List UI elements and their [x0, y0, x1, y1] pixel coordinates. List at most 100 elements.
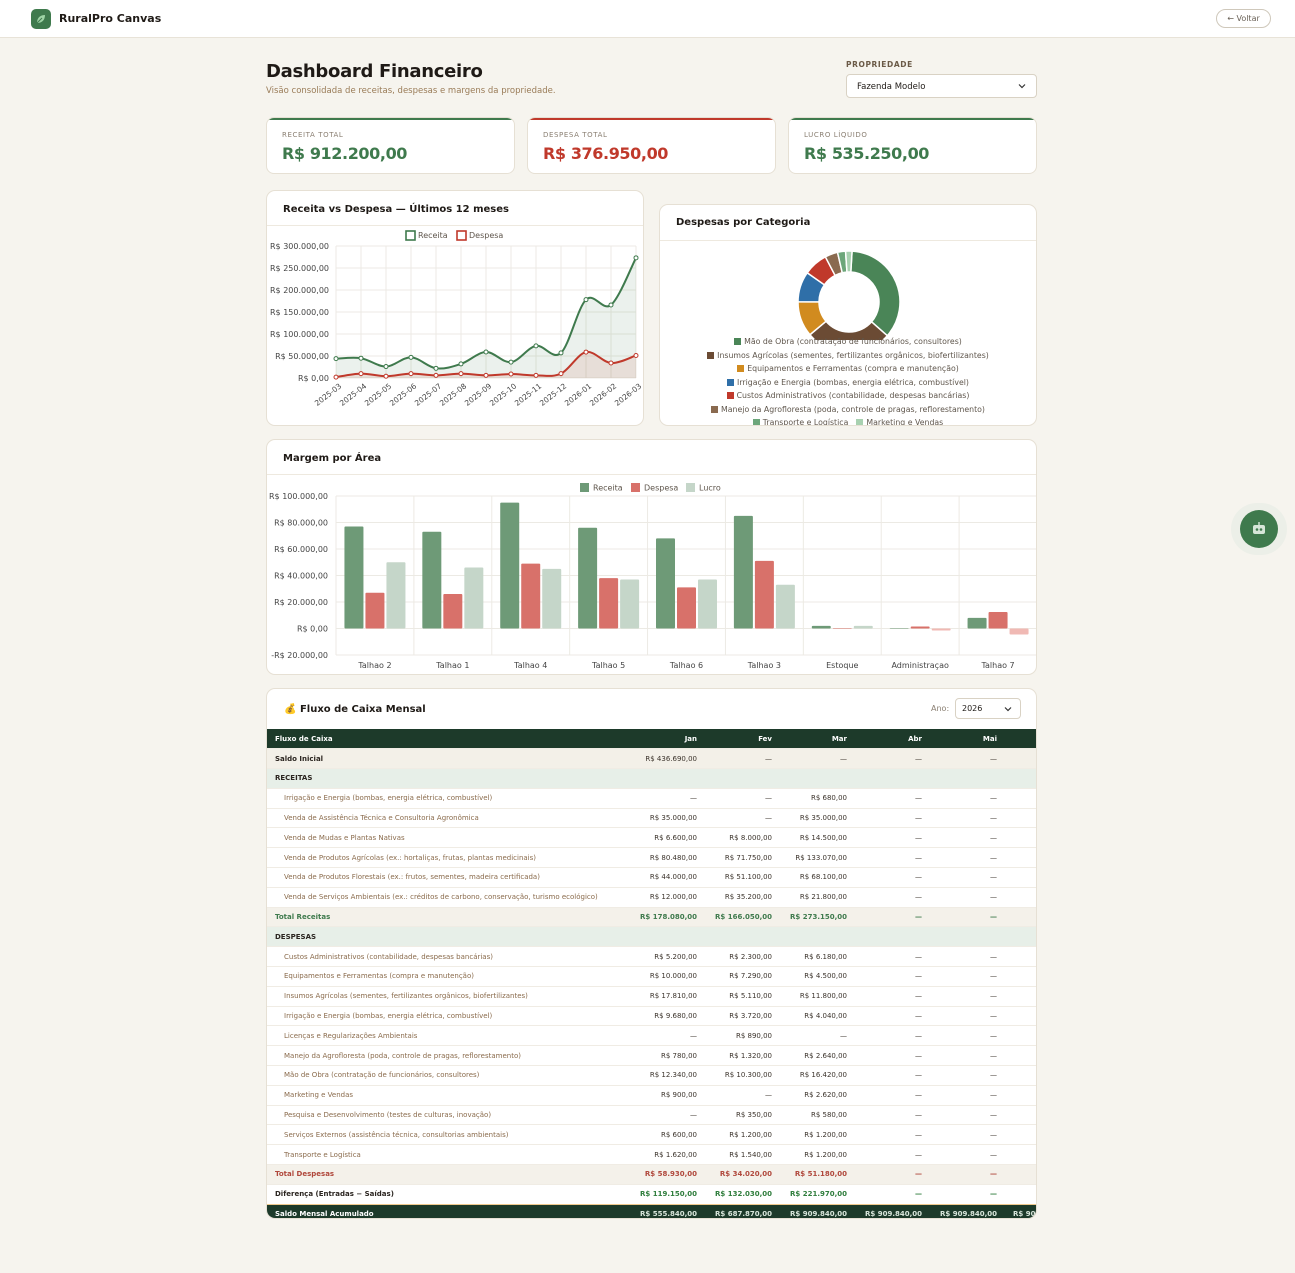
data-point[interactable] [508, 359, 514, 365]
pie-slice[interactable] [844, 250, 853, 273]
column-header: Mar [780, 729, 855, 750]
bar-receita[interactable] [733, 515, 753, 629]
table-cell-overflow [1005, 788, 1036, 809]
bar-despesa[interactable] [754, 560, 774, 629]
data-point[interactable] [408, 371, 414, 377]
data-point[interactable] [458, 371, 464, 377]
data-point[interactable] [358, 371, 364, 377]
data-point[interactable] [408, 354, 414, 360]
y-tick-label: R$ 0,00 [297, 625, 328, 634]
data-point[interactable] [558, 350, 564, 356]
table-cell: R$ 350,00 [705, 1105, 780, 1126]
bar-despesa[interactable] [988, 611, 1008, 629]
bar-receita[interactable] [578, 527, 598, 629]
back-button[interactable]: ← Voltar [1216, 9, 1271, 28]
row-label: Insumos Agrícolas (sementes, fertilizant… [267, 986, 630, 1007]
table-cell: — [855, 946, 930, 968]
table-cell: R$ 5.110,00 [705, 986, 780, 1007]
table-cell: R$ 1.620,00 [630, 1144, 705, 1166]
data-point[interactable] [633, 352, 639, 358]
table-row: Saldo Inicial R$ 436.690,00— — — — [267, 748, 1036, 770]
data-point[interactable] [583, 297, 589, 303]
row-label: Manejo da Agrofloresta (poda, controle d… [267, 1045, 630, 1067]
bar-lucro[interactable] [542, 568, 562, 629]
table-cell: R$ 12.000,00 [630, 887, 705, 908]
bar-lucro[interactable] [853, 625, 873, 629]
bar-lucro[interactable] [775, 584, 795, 629]
legend-swatch [456, 230, 467, 241]
bar-receita[interactable] [889, 628, 909, 630]
bar-lucro[interactable] [464, 567, 484, 629]
bar-lucro[interactable] [1009, 628, 1029, 635]
data-point[interactable] [533, 372, 539, 378]
table-cell: — [930, 1065, 1005, 1086]
table-cell: — [855, 1085, 930, 1106]
bar-lucro[interactable] [620, 579, 640, 629]
row-label: Equipamentos e Ferramentas (compra e man… [267, 966, 630, 987]
table-cell: — [930, 808, 1005, 829]
data-point[interactable] [458, 361, 464, 367]
year-select[interactable]: 2026 [955, 698, 1021, 719]
table-cell: R$ 580,00 [780, 1105, 855, 1126]
bar-despesa[interactable] [443, 594, 463, 629]
table-cell: R$ 2.300,00 [705, 946, 780, 968]
table-cell-overflow [1005, 986, 1036, 1007]
data-point[interactable] [483, 372, 489, 378]
table-cell-overflow [1005, 1124, 1036, 1146]
legend-label: Receita [593, 484, 623, 493]
x-tick-label: 2025-08 [438, 381, 468, 408]
table-cell: R$ 119.150,00 [630, 1183, 705, 1205]
table-cell: — [705, 788, 780, 809]
data-point[interactable] [633, 255, 639, 261]
table-cell: R$ 3.720,00 [705, 1006, 780, 1027]
bar-receita[interactable] [422, 531, 442, 629]
bar-lucro[interactable] [386, 562, 406, 629]
kpi-accent-bar [528, 118, 775, 120]
data-point[interactable] [583, 349, 589, 355]
data-point[interactable] [483, 349, 489, 355]
kpi-value: R$ 535.250,00 [804, 144, 930, 163]
data-point[interactable] [358, 355, 364, 361]
data-point[interactable] [333, 356, 339, 362]
data-point[interactable] [383, 364, 389, 370]
data-point[interactable] [533, 343, 539, 349]
bar-despesa[interactable] [599, 578, 619, 629]
data-point[interactable] [558, 371, 564, 377]
bar-lucro[interactable] [698, 579, 717, 629]
bar-receita[interactable] [811, 625, 831, 629]
data-point[interactable] [383, 373, 389, 379]
table-cell: R$ 2.620,00 [780, 1085, 855, 1106]
table-row: RECEITAS [267, 768, 1036, 789]
year-label: Ano: [931, 704, 950, 713]
bar-despesa[interactable] [832, 628, 852, 630]
table-cell: — [855, 966, 930, 987]
chart-legend: Receita Despesa [405, 230, 503, 241]
x-tick-label: Talhao 6 [669, 661, 703, 670]
data-point[interactable] [433, 372, 439, 378]
y-tick-label: R$ 50.000,00 [275, 352, 329, 361]
legend-swatch [737, 365, 745, 372]
data-point[interactable] [608, 360, 614, 366]
cashflow-table-wrap[interactable]: Fluxo de Caixa Jan Fev Mar Abr Mai Saldo Inic… [267, 729, 1036, 1218]
data-point[interactable] [433, 365, 439, 371]
bar-despesa[interactable] [910, 626, 930, 629]
bar-despesa[interactable] [521, 563, 541, 629]
table-cell: R$ 4.500,00 [780, 966, 855, 987]
data-point[interactable] [508, 371, 514, 377]
table-cell: — [855, 986, 930, 1007]
property-select[interactable]: Fazenda Modelo [846, 74, 1037, 98]
pie-slice[interactable] [850, 250, 901, 337]
data-point[interactable] [333, 374, 339, 380]
bar-receita[interactable] [967, 617, 987, 629]
table-row: Equipamentos e Ferramentas (compra e man… [267, 966, 1036, 987]
assistant-button[interactable] [1231, 503, 1287, 555]
bar-despesa[interactable] [365, 592, 385, 629]
bar-receita[interactable] [656, 538, 675, 629]
bar-receita[interactable] [500, 502, 520, 629]
bar-despesa[interactable] [677, 587, 696, 629]
table-cell-overflow [1005, 926, 1036, 948]
bar-lucro[interactable] [931, 628, 951, 631]
data-point[interactable] [608, 302, 614, 308]
y-tick-label: R$ 80.000,00 [274, 519, 328, 528]
bar-receita[interactable] [344, 526, 364, 629]
